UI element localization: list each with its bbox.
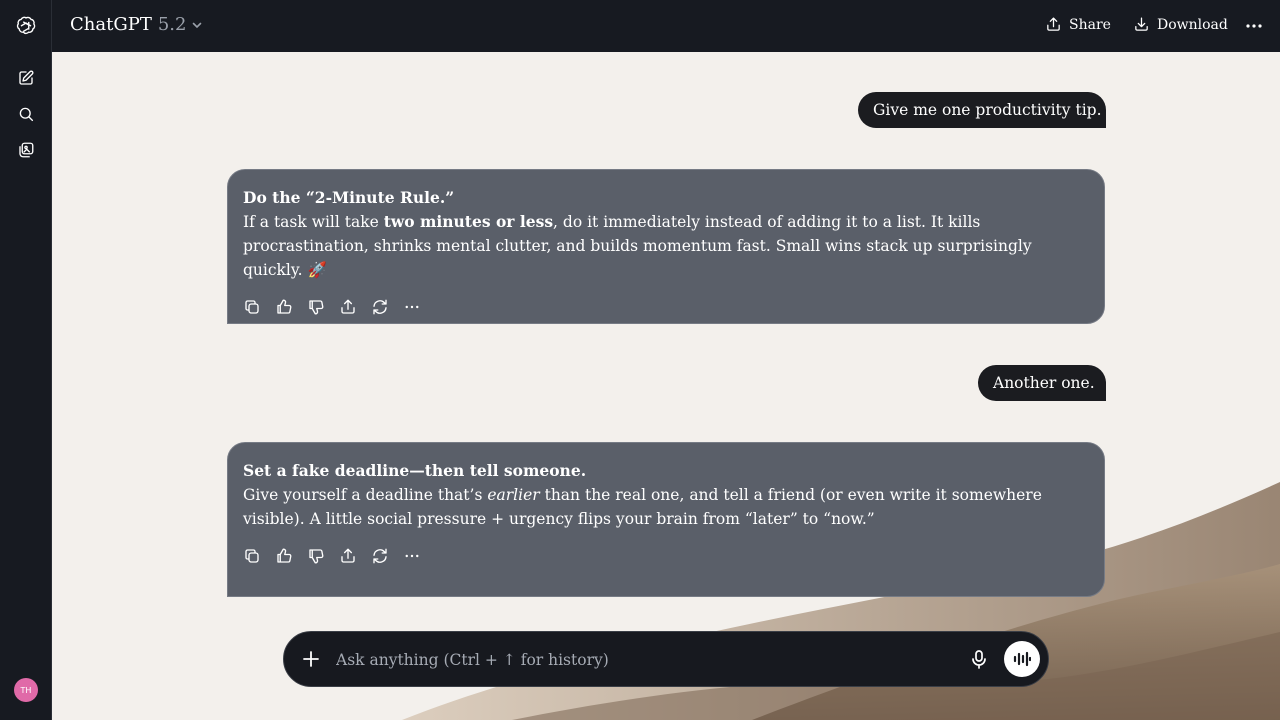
user-message: Another one.: [978, 365, 1106, 401]
assistant-message: Set a fake deadline—then tell someone. G…: [227, 442, 1105, 597]
chevron-down-icon: [193, 22, 202, 28]
more-options-icon[interactable]: [1245, 18, 1263, 38]
sidebar: TH: [0, 0, 52, 720]
share-label: Share: [1069, 16, 1111, 33]
voice-mode-button[interactable]: [1004, 641, 1040, 677]
thumbs-down-icon[interactable]: [307, 544, 339, 568]
thumbs-up-icon[interactable]: [275, 295, 307, 319]
assistant-message: Do the “2-Minute Rule.” If a task will t…: [227, 169, 1105, 324]
plus-icon[interactable]: [301, 649, 321, 673]
share-button[interactable]: Share: [1045, 16, 1111, 33]
user-message: Give me one productivity tip.: [858, 92, 1106, 128]
new-chat-icon[interactable]: [12, 64, 40, 92]
copy-icon[interactable]: [243, 544, 275, 568]
share-icon: [1047, 17, 1060, 31]
message-actions: [243, 544, 1089, 568]
share-icon[interactable]: [339, 295, 371, 319]
prompt-input[interactable]: [336, 644, 956, 676]
model-name: ChatGPT: [70, 14, 152, 35]
avatar[interactable]: TH: [14, 678, 38, 702]
composer: [283, 631, 1049, 687]
message-actions: [243, 295, 1089, 319]
download-icon: [1135, 17, 1148, 31]
microphone-icon[interactable]: [970, 649, 988, 673]
assistant-heading: Do the “2-Minute Rule.”: [243, 188, 455, 207]
library-icon[interactable]: [12, 136, 40, 164]
model-version: 5.2: [157, 14, 187, 35]
regenerate-icon[interactable]: [371, 544, 403, 568]
assistant-body: If a task will take two minutes or less,…: [243, 212, 1032, 279]
voice-waveform-icon: [1013, 651, 1031, 667]
top-bar: ChatGPT 5.2 Share Download: [52, 0, 1280, 52]
share-icon[interactable]: [339, 544, 371, 568]
assistant-body: Give yourself a deadline that’s earlier …: [243, 486, 1042, 528]
copy-icon[interactable]: [243, 295, 275, 319]
assistant-heading: Set a fake deadline—then tell someone.: [243, 461, 587, 480]
openai-logo-icon[interactable]: [12, 12, 40, 40]
thumbs-down-icon[interactable]: [307, 295, 339, 319]
more-icon[interactable]: [403, 295, 435, 319]
search-icon[interactable]: [12, 100, 40, 128]
download-label: Download: [1157, 16, 1228, 33]
thumbs-up-icon[interactable]: [275, 544, 307, 568]
download-button[interactable]: Download: [1133, 16, 1228, 33]
regenerate-icon[interactable]: [371, 295, 403, 319]
model-picker[interactable]: ChatGPT 5.2: [70, 14, 203, 35]
more-icon[interactable]: [403, 544, 435, 568]
